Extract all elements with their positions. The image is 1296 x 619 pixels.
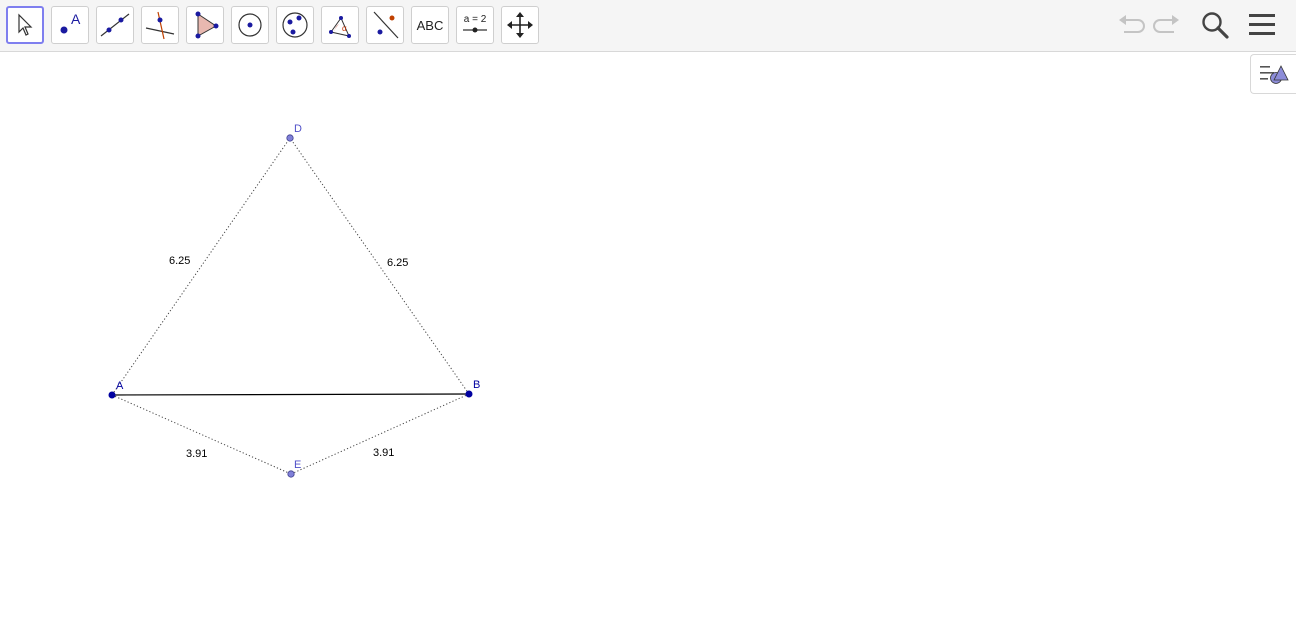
conic-tool-button[interactable] — [276, 6, 314, 44]
text-tool-button[interactable]: ABC — [411, 6, 449, 44]
point-label-E: E — [294, 459, 301, 471]
algebra-view-toggle-icon — [1259, 65, 1289, 84]
slider-tool-button[interactable]: a = 2 — [456, 6, 494, 44]
segment-BE[interactable] — [290, 393, 470, 475]
circle-center-point-icon — [238, 13, 262, 37]
length-label-BE: 3.91 — [373, 447, 394, 459]
point-tool-button[interactable]: A — [51, 6, 89, 44]
search-button[interactable] — [1198, 8, 1232, 42]
segment-BD[interactable] — [289, 137, 470, 395]
search-icon — [1202, 12, 1229, 39]
perpendicular-line-icon — [145, 11, 175, 40]
construction-canvas[interactable]: 6.25 6.25 3.91 3.91 A B D E — [0, 53, 1296, 614]
circle-tool-button[interactable] — [231, 6, 269, 44]
point-E[interactable] — [287, 470, 295, 478]
angle-icon: α — [329, 16, 351, 38]
point-icon: A — [60, 11, 81, 34]
arrow-cursor-icon — [18, 13, 33, 36]
main-menu-button[interactable] — [1245, 8, 1279, 42]
move-graphics-view-tool-button[interactable] — [501, 6, 539, 44]
length-label-AE: 3.91 — [186, 448, 207, 460]
segment-AB[interactable] — [111, 393, 470, 396]
polygon-tool-button[interactable] — [186, 6, 224, 44]
angle-tool-label: α — [342, 24, 347, 33]
line-through-two-points-icon — [100, 13, 130, 37]
graphics-view[interactable]: 6.25 6.25 3.91 3.91 A B D E — [0, 53, 1296, 614]
perpendicular-line-tool-button[interactable] — [141, 6, 179, 44]
polygon-icon — [195, 11, 219, 39]
move-arrows-icon — [507, 12, 533, 38]
slider-tool-label: a = 2 — [464, 14, 487, 25]
reflect-tool-button[interactable] — [366, 6, 404, 44]
slider-icon: a = 2 — [463, 14, 487, 33]
point-D[interactable] — [286, 134, 294, 142]
text-tool-label: ABC — [416, 17, 444, 33]
point-label-B: B — [473, 379, 480, 391]
point-B[interactable] — [465, 390, 473, 398]
length-label-BD: 6.25 — [387, 257, 408, 269]
ellipse-icon — [282, 12, 308, 38]
redo-icon — [1153, 15, 1179, 33]
point-label-A: A — [116, 380, 124, 392]
length-label-AD: 6.25 — [169, 255, 190, 267]
line-tool-button[interactable] — [96, 6, 134, 44]
point-A[interactable] — [108, 391, 116, 399]
point-tool-label: A — [71, 11, 81, 27]
angle-tool-button[interactable]: α — [321, 6, 359, 44]
undo-button[interactable] — [1114, 8, 1148, 42]
hamburger-menu-icon — [1249, 14, 1275, 35]
point-label-D: D — [294, 123, 302, 135]
segment-AE[interactable] — [111, 394, 292, 475]
toolbar: A α ABC a = 2 — [0, 0, 1296, 52]
redo-button[interactable] — [1150, 8, 1184, 42]
algebra-view-toggle-button[interactable] — [1250, 54, 1296, 94]
reflect-about-line-icon — [373, 11, 399, 39]
undo-icon — [1119, 15, 1145, 33]
segment-AD[interactable] — [111, 137, 291, 396]
move-tool-button[interactable] — [6, 6, 44, 44]
